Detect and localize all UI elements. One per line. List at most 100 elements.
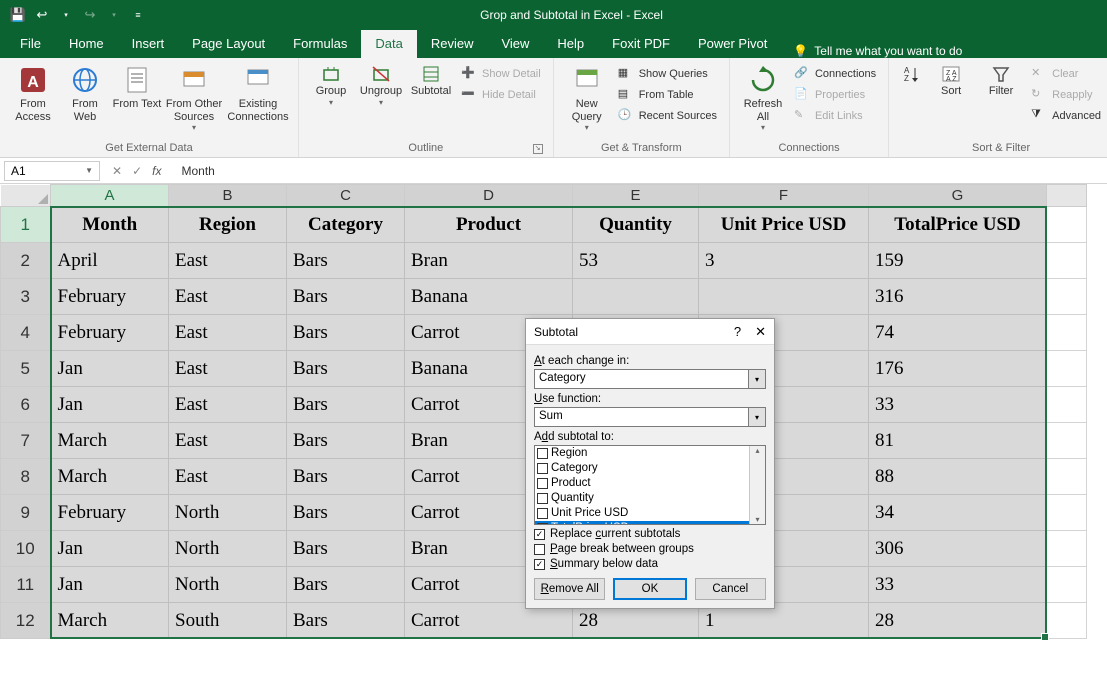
data-cell[interactable]: Bars: [287, 531, 405, 567]
data-cell[interactable]: East: [169, 423, 287, 459]
sort-button[interactable]: Z AA ZSort: [927, 62, 975, 98]
col-header-H[interactable]: [1047, 185, 1087, 207]
name-box[interactable]: A1▼: [4, 161, 100, 181]
row-header-6[interactable]: 6: [1, 387, 51, 423]
data-cell[interactable]: 159: [869, 243, 1047, 279]
header-cell[interactable]: Month: [51, 207, 169, 243]
tab-review[interactable]: Review: [417, 30, 488, 58]
tab-help[interactable]: Help: [543, 30, 598, 58]
header-cell[interactable]: TotalPrice USD: [869, 207, 1047, 243]
data-cell[interactable]: Bars: [287, 279, 405, 315]
data-cell[interactable]: Bars: [287, 243, 405, 279]
data-cell[interactable]: Bars: [287, 387, 405, 423]
data-cell[interactable]: 316: [869, 279, 1047, 315]
filter-button[interactable]: Filter: [977, 62, 1025, 98]
data-cell[interactable]: February: [51, 495, 169, 531]
tab-file[interactable]: File: [10, 30, 55, 58]
row-header-12[interactable]: 12: [1, 603, 51, 639]
close-icon[interactable]: ✕: [755, 324, 766, 340]
from-text-button[interactable]: From Text: [112, 62, 162, 113]
add-to-item[interactable]: Category: [535, 461, 749, 476]
data-cell[interactable]: 28: [869, 603, 1047, 639]
tab-home[interactable]: Home: [55, 30, 118, 58]
enter-formula-icon[interactable]: ✓: [132, 164, 142, 178]
page-break-checkbox[interactable]: Page break between groups: [534, 543, 766, 555]
data-cell[interactable]: 53: [573, 243, 699, 279]
data-cell[interactable]: Bran: [405, 243, 573, 279]
data-cell[interactable]: Jan: [51, 387, 169, 423]
dialog-titlebar[interactable]: Subtotal ? ✕: [526, 319, 774, 345]
properties-button[interactable]: 📄Properties: [790, 85, 880, 105]
data-cell[interactable]: Bars: [287, 603, 405, 639]
data-cell[interactable]: Jan: [51, 351, 169, 387]
sort-asc-button[interactable]: AZ: [897, 62, 925, 85]
advanced-button[interactable]: ⧩Advanced: [1027, 106, 1105, 126]
data-cell[interactable]: March: [51, 603, 169, 639]
data-cell[interactable]: Jan: [51, 567, 169, 603]
row-header-2[interactable]: 2: [1, 243, 51, 279]
data-cell[interactable]: [699, 279, 869, 315]
add-to-item[interactable]: Region: [535, 446, 749, 461]
data-cell[interactable]: East: [169, 351, 287, 387]
formula-input[interactable]: Month: [173, 164, 1107, 178]
ok-button[interactable]: OK: [613, 578, 686, 600]
col-header-C[interactable]: C: [287, 185, 405, 207]
col-header-D[interactable]: D: [405, 185, 573, 207]
data-cell[interactable]: 306: [869, 531, 1047, 567]
show-queries-button[interactable]: ▦Show Queries: [614, 64, 721, 84]
col-header-G[interactable]: G: [869, 185, 1047, 207]
row-header-4[interactable]: 4: [1, 315, 51, 351]
customize-qat-icon[interactable]: ≡: [130, 7, 146, 23]
show-detail-button[interactable]: ➕Show Detail: [457, 64, 545, 84]
add-to-item[interactable]: ✓TotalPrice USD: [535, 521, 749, 525]
listbox-scrollbar[interactable]: ▴▾: [749, 446, 765, 524]
tab-data[interactable]: Data: [361, 30, 416, 58]
replace-subtotals-checkbox[interactable]: ✓Replace current subtotals: [534, 528, 766, 540]
data-cell[interactable]: Jan: [51, 531, 169, 567]
header-cell[interactable]: Product: [405, 207, 573, 243]
data-cell[interactable]: East: [169, 243, 287, 279]
subtotal-button[interactable]: Subtotal: [407, 62, 455, 98]
row-header-3[interactable]: 3: [1, 279, 51, 315]
data-cell[interactable]: 88: [869, 459, 1047, 495]
fx-icon[interactable]: fx: [152, 164, 161, 178]
data-cell[interactable]: March: [51, 423, 169, 459]
data-cell[interactable]: North: [169, 495, 287, 531]
row-header-1[interactable]: 1: [1, 207, 51, 243]
data-cell[interactable]: Bars: [287, 495, 405, 531]
row-header-9[interactable]: 9: [1, 495, 51, 531]
tab-page-layout[interactable]: Page Layout: [178, 30, 279, 58]
chevron-down-icon[interactable]: ▾: [748, 370, 765, 388]
data-cell[interactable]: 74: [869, 315, 1047, 351]
tab-view[interactable]: View: [487, 30, 543, 58]
remove-all-button[interactable]: Remove All: [534, 578, 605, 600]
row-header-10[interactable]: 10: [1, 531, 51, 567]
cancel-button[interactable]: Cancel: [695, 578, 766, 600]
tab-insert[interactable]: Insert: [118, 30, 179, 58]
summary-below-checkbox[interactable]: ✓Summary below data: [534, 558, 766, 570]
data-cell[interactable]: Bars: [287, 459, 405, 495]
hide-detail-button[interactable]: ➖Hide Detail: [457, 85, 545, 105]
row-header-7[interactable]: 7: [1, 423, 51, 459]
row-header-8[interactable]: 8: [1, 459, 51, 495]
select-all-cell[interactable]: [1, 185, 51, 207]
save-icon[interactable]: 💾: [10, 7, 26, 23]
col-header-E[interactable]: E: [573, 185, 699, 207]
tell-me-search[interactable]: 💡Tell me what you want to do: [781, 44, 974, 58]
data-cell[interactable]: Bars: [287, 351, 405, 387]
data-cell[interactable]: East: [169, 279, 287, 315]
data-cell[interactable]: 3: [699, 243, 869, 279]
from-access-button[interactable]: AFrom Access: [8, 62, 58, 125]
data-cell[interactable]: March: [51, 459, 169, 495]
data-cell[interactable]: April: [51, 243, 169, 279]
data-cell[interactable]: Bars: [287, 423, 405, 459]
data-cell[interactable]: East: [169, 387, 287, 423]
header-cell[interactable]: Unit Price USD: [699, 207, 869, 243]
col-header-B[interactable]: B: [169, 185, 287, 207]
header-cell[interactable]: Region: [169, 207, 287, 243]
recent-sources-button[interactable]: 🕒Recent Sources: [614, 106, 721, 126]
cancel-formula-icon[interactable]: ✕: [112, 164, 122, 178]
undo-icon[interactable]: ↩: [34, 7, 50, 23]
tab-foxit-pdf[interactable]: Foxit PDF: [598, 30, 684, 58]
clear-button[interactable]: ✕Clear: [1027, 64, 1105, 84]
